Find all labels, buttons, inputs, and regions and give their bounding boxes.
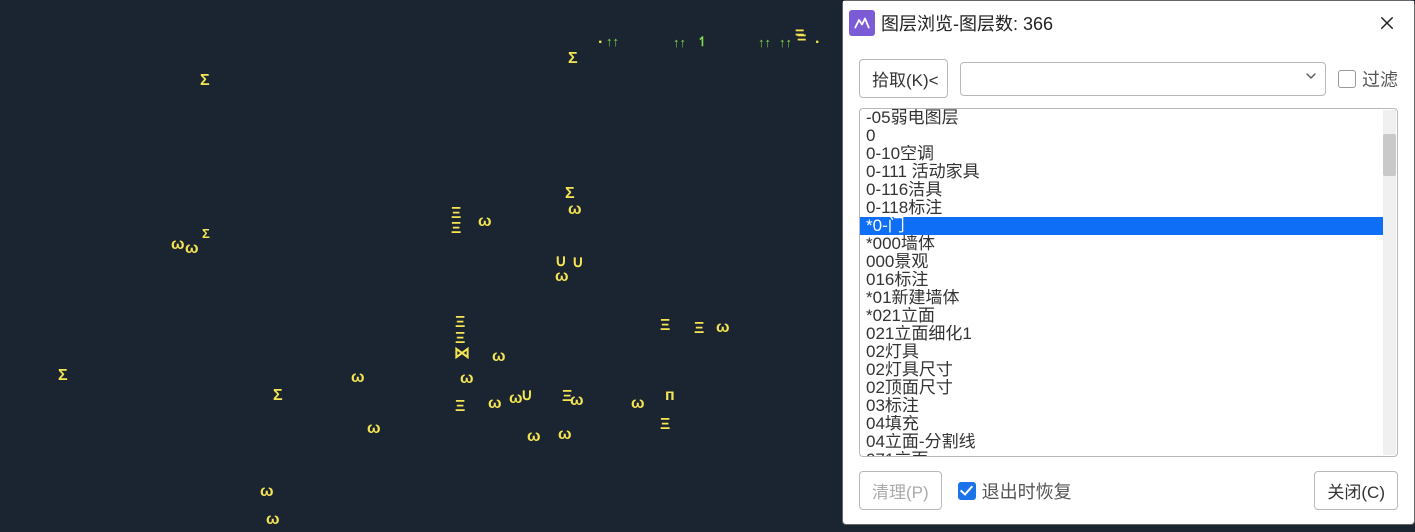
list-item[interactable]: 0-118标注 bbox=[860, 199, 1383, 217]
list-item[interactable]: 0-111 活动家具 bbox=[860, 163, 1383, 181]
canvas-glyph: ω bbox=[351, 370, 365, 386]
list-item[interactable]: *021立面 bbox=[860, 307, 1383, 325]
canvas-glyph: Σ bbox=[58, 368, 68, 384]
canvas-glyph: ω bbox=[558, 427, 572, 443]
canvas-glyph: ↑↑ bbox=[758, 36, 771, 49]
canvas-glyph: Σ bbox=[565, 186, 575, 202]
list-item[interactable]: *000墙体 bbox=[860, 235, 1383, 253]
canvas-glyph: Ξ bbox=[660, 318, 670, 334]
canvas-glyph: = bbox=[797, 31, 806, 47]
scrollbar-track[interactable] bbox=[1383, 110, 1396, 455]
dialog-toolbar: 拾取(K)< 过滤 bbox=[843, 45, 1414, 108]
canvas-glyph: ω bbox=[570, 393, 584, 409]
filter-combo[interactable] bbox=[960, 62, 1326, 96]
list-item[interactable]: 016标注 bbox=[860, 271, 1383, 289]
filter-input[interactable] bbox=[971, 70, 1303, 88]
canvas-glyph: ω bbox=[260, 484, 274, 500]
list-item[interactable]: 0-116洁具 bbox=[860, 181, 1383, 199]
canvas-glyph: ω bbox=[185, 241, 199, 257]
canvas-glyph: Σ bbox=[568, 51, 578, 67]
filter-checkbox[interactable] bbox=[1338, 70, 1356, 88]
filter-checkbox-row[interactable]: 过滤 bbox=[1338, 66, 1398, 92]
canvas-glyph: Ξ bbox=[660, 417, 670, 433]
filter-label: 过滤 bbox=[1362, 66, 1398, 92]
clear-button[interactable]: 清理(P) bbox=[859, 471, 942, 510]
canvas-glyph: ω bbox=[568, 202, 582, 218]
list-item[interactable]: *01新建墙体 bbox=[860, 289, 1383, 307]
restore-checkbox-row[interactable]: 退出时恢复 bbox=[958, 478, 1072, 504]
canvas-glyph: Σ bbox=[200, 73, 210, 89]
list-item[interactable]: -05弱电图层 bbox=[860, 109, 1383, 127]
canvas-glyph: · bbox=[598, 35, 603, 51]
list-item[interactable]: 071立面 bbox=[860, 451, 1383, 456]
chevron-down-icon bbox=[1303, 68, 1319, 89]
canvas-glyph: ↑↑ bbox=[673, 36, 686, 49]
pick-button[interactable]: 拾取(K)< bbox=[859, 59, 948, 98]
canvas-glyph: ω bbox=[631, 396, 645, 412]
canvas-glyph: ω bbox=[527, 429, 541, 445]
dialog-titlebar: 图层浏览-图层数: 366 bbox=[843, 1, 1414, 45]
layer-browser-dialog: 图层浏览-图层数: 366 拾取(K)< 过滤 -05弱电图层00-10空调0-… bbox=[842, 0, 1415, 525]
canvas-glyph: ω bbox=[266, 512, 280, 528]
canvas-glyph: п bbox=[665, 388, 675, 404]
canvas-glyph: ω bbox=[367, 421, 381, 437]
scrollbar-thumb[interactable] bbox=[1383, 134, 1396, 176]
list-item[interactable]: *0-门 bbox=[860, 217, 1383, 235]
app-icon bbox=[849, 10, 875, 36]
canvas-glyph: Ξ bbox=[455, 315, 465, 331]
canvas-glyph: ω bbox=[171, 237, 185, 253]
dialog-footer: 清理(P) 退出时恢复 关闭(C) bbox=[843, 457, 1414, 524]
restore-label: 退出时恢复 bbox=[982, 478, 1072, 504]
canvas-glyph: ω bbox=[478, 214, 492, 230]
list-item[interactable]: 0-10空调 bbox=[860, 145, 1383, 163]
canvas-glyph: ↑↑ bbox=[606, 35, 619, 48]
list-item[interactable]: 02灯具 bbox=[860, 343, 1383, 361]
restore-checkbox[interactable] bbox=[958, 482, 976, 500]
list-item[interactable]: 02灯具尺寸 bbox=[860, 361, 1383, 379]
canvas-glyph: ω bbox=[555, 269, 569, 285]
canvas-glyph: Ξ bbox=[694, 321, 704, 337]
dialog-title: 图层浏览-图层数: 366 bbox=[881, 10, 1370, 36]
list-item[interactable]: 02顶面尺寸 bbox=[860, 379, 1383, 397]
canvas-glyph: Ξ bbox=[455, 399, 465, 415]
canvas-glyph: ω bbox=[460, 371, 474, 387]
canvas-glyph: ω bbox=[492, 349, 506, 365]
list-item[interactable]: 021立面细化1 bbox=[860, 325, 1383, 343]
list-item[interactable]: 04填充 bbox=[860, 415, 1383, 433]
canvas-glyph: ∪ bbox=[572, 255, 584, 271]
canvas-glyph: ω bbox=[488, 396, 502, 412]
list-item[interactable]: 03标注 bbox=[860, 397, 1383, 415]
canvas-glyph: ⋈ bbox=[454, 346, 470, 362]
layer-listbox[interactable]: -05弱电图层00-10空调0-111 活动家具0-116洁具0-118标注*0… bbox=[859, 108, 1398, 457]
list-item[interactable]: 04立面-分割线 bbox=[860, 433, 1383, 451]
canvas-glyph: ∪ bbox=[521, 388, 533, 404]
close-icon[interactable] bbox=[1370, 6, 1404, 40]
canvas-glyph: ↿ bbox=[697, 35, 708, 48]
canvas-glyph: ↑↑ bbox=[779, 36, 792, 49]
canvas-glyph: Ξ bbox=[451, 221, 461, 237]
close-button[interactable]: 关闭(C) bbox=[1314, 471, 1398, 510]
canvas-glyph: Σ bbox=[202, 227, 210, 240]
canvas-glyph: ω bbox=[716, 320, 730, 336]
canvas-glyph: Σ bbox=[273, 388, 283, 404]
list-item[interactable]: 000景观 bbox=[860, 253, 1383, 271]
list-item[interactable]: 0 bbox=[860, 127, 1383, 145]
canvas-glyph: · bbox=[815, 35, 820, 51]
